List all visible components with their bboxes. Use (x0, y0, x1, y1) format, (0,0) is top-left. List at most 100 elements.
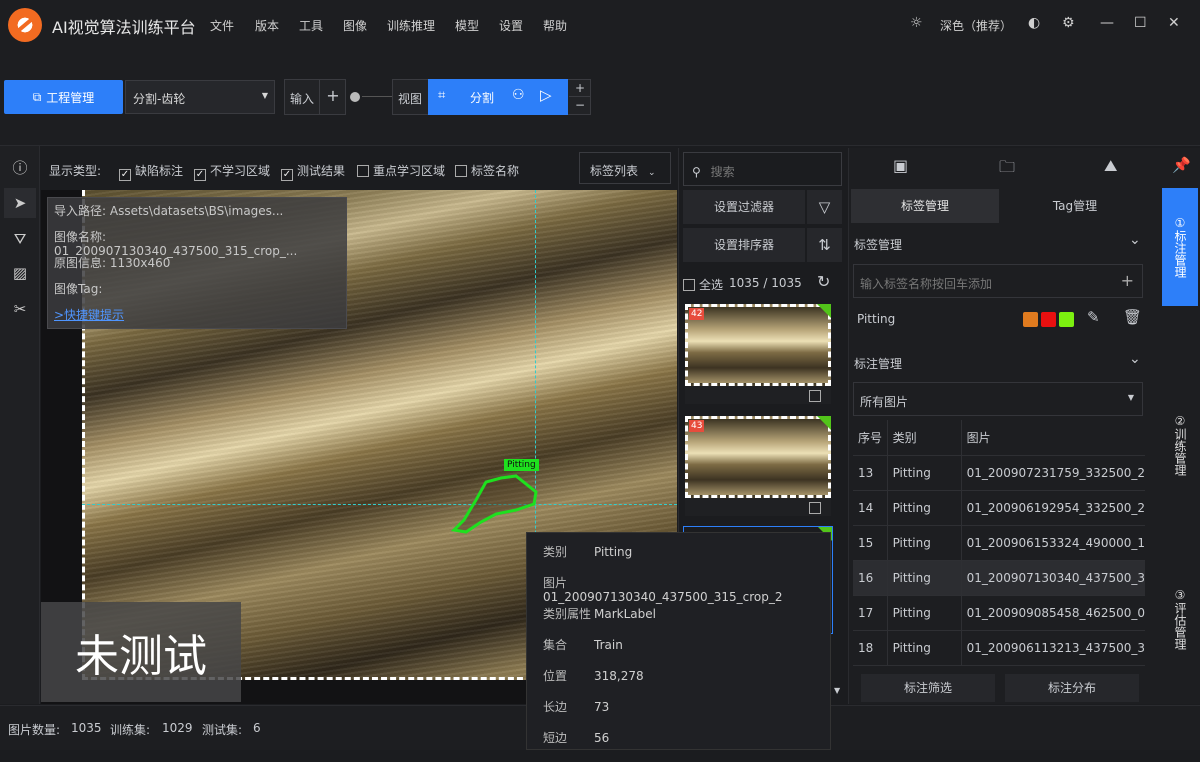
pitting-annotation[interactable] (446, 470, 546, 540)
remove-node-button[interactable]: − (569, 97, 591, 114)
scroll-down-icon[interactable]: ▼ (834, 686, 840, 695)
annotation-distribution-button[interactable]: 标注分布 (1005, 674, 1139, 702)
set-filter-button[interactable]: 设置过滤器 (683, 190, 805, 224)
cell: Pitting (886, 525, 962, 561)
shortcut-link[interactable]: >快捷键提示 (54, 308, 340, 334)
train-count-label: 训练集: (110, 723, 151, 737)
tab-annotation-management[interactable]: ①标注管理 (1162, 188, 1198, 306)
tab-training-management[interactable]: ②训练管理 (1162, 400, 1198, 490)
polygon-icon[interactable]: ⛛ (4, 224, 36, 254)
cell: 15 (853, 525, 888, 561)
option-label-name[interactable]: 标签名称 (455, 162, 519, 179)
cell: 01_200906113213_437500_3 (960, 630, 1145, 666)
color-swatch[interactable] (1023, 312, 1038, 327)
image-tag: 图像Tag: (54, 282, 103, 296)
menu-help[interactable]: 帮助 (543, 17, 567, 34)
label-name-input[interactable]: 输入标签名称按回车添加 + (853, 264, 1143, 298)
chevron-up-icon[interactable]: ⌄ (1129, 232, 1141, 248)
table-row[interactable]: 13 Pitting 01_200907231759_332500_2 (853, 455, 1145, 491)
sun-icon[interactable]: ☼ (910, 15, 923, 31)
col-header[interactable]: 类别 (886, 420, 962, 456)
remove-connection-icon[interactable] (350, 92, 360, 102)
tab-label-management[interactable]: 标签管理 (851, 189, 999, 223)
select-all-checkbox[interactable]: 全选 (683, 276, 723, 293)
pin-icon[interactable]: 📌 (1172, 156, 1191, 174)
table-row[interactable]: 17 Pitting 01_200909085458_462500_0 (853, 595, 1145, 631)
set-sorter-button[interactable]: 设置排序器 (683, 228, 805, 262)
maximize-icon[interactable]: ☐ (1134, 15, 1147, 31)
palette-icon[interactable]: ◐ (1028, 15, 1040, 31)
theme-select[interactable]: 深色（推荐） (940, 17, 1012, 34)
chevron-up-icon[interactable]: ⌄ (1129, 351, 1141, 367)
play-icon[interactable]: ▷ (540, 86, 552, 104)
option-ignore[interactable]: ✓ 不学习区域 (194, 162, 270, 181)
folder-icon[interactable]: 🗀 (999, 156, 1015, 183)
menu-train[interactable]: 训练推理 (387, 17, 435, 34)
cell: Pitting (886, 455, 962, 491)
project-select[interactable]: 分割-齿轮 ▼ (125, 80, 275, 114)
option-defect[interactable]: ✓ 缺陷标注 (119, 162, 183, 181)
color-swatch[interactable] (1059, 312, 1074, 327)
sort-icon[interactable]: ⇅ (807, 228, 842, 262)
image-icon[interactable]: ⛰ (1104, 156, 1117, 176)
menu-image[interactable]: 图像 (343, 17, 367, 34)
col-header[interactable]: 图片 (960, 420, 1145, 456)
edit-icon[interactable]: ✎ (1087, 308, 1100, 326)
option-focus[interactable]: 重点学习区域 (357, 162, 445, 179)
thumbnail-checkbox[interactable] (809, 502, 821, 514)
add-icon[interactable]: + (1121, 271, 1134, 290)
people-icon[interactable]: ⚇ (512, 87, 525, 103)
thumbnail-number: 43 (689, 420, 705, 432)
cut-region-icon[interactable]: ✂ (4, 294, 36, 324)
search-icon: ⚲ (692, 165, 701, 179)
tab-tag-management[interactable]: Tag管理 (1001, 189, 1149, 223)
project-manage-button[interactable]: ⧉ 工程管理 (4, 80, 123, 114)
option-label: 不学习区域 (210, 164, 271, 178)
info-icon[interactable]: ⓘ (4, 152, 36, 182)
filter-icon[interactable]: ▽ (807, 190, 842, 224)
search-input[interactable]: ⚲ 搜索 (683, 152, 842, 186)
menu-file[interactable]: 文件 (210, 17, 234, 34)
add-input-button[interactable]: + (319, 80, 346, 114)
trash-icon[interactable]: 🗑 (1123, 308, 1142, 326)
tooltip-key: 类别属性 (543, 607, 592, 621)
checkbox-icon: ✓ (194, 169, 206, 181)
tag-list-button[interactable]: 标签列表 ⌄ (579, 152, 671, 184)
annotation-tooltip: 类别 Pitting 图片01_200907130340_437500_315_c… (526, 532, 831, 750)
refresh-icon[interactable]: ↻ (817, 272, 830, 291)
menu-settings[interactable]: 设置 (499, 17, 523, 34)
thumbnail-checkbox[interactable] (809, 390, 821, 402)
close-icon[interactable]: ✕ (1168, 15, 1180, 31)
tooltip-key: 图片 (543, 576, 568, 590)
col-header[interactable]: 序号 (853, 420, 888, 456)
table-row-selected[interactable]: 16 Pitting 01_200907130340_437500_3 (853, 560, 1145, 596)
thumbnail-item[interactable]: 43 (685, 416, 831, 516)
option-test-result[interactable]: ✓ 测试结果 (281, 162, 345, 181)
tab-evaluation-management[interactable]: ③评估管理 (1162, 574, 1198, 664)
section-label-management[interactable]: 标签管理 (854, 236, 902, 253)
table-row[interactable]: 15 Pitting 01_200906153324_490000_1 (853, 525, 1145, 561)
image-gallery-icon[interactable]: ▣ (893, 156, 908, 175)
checkbox-icon (357, 165, 369, 177)
select-all-label: 全选 (699, 278, 724, 292)
table-row[interactable]: 14 Pitting 01_200906192954_332500_2 (853, 490, 1145, 526)
table-row[interactable]: 18 Pitting 01_200906113213_437500_3 (853, 630, 1145, 666)
gear-icon[interactable]: ⚙ (1062, 15, 1075, 31)
section-annotation-management[interactable]: 标注管理 (854, 355, 902, 372)
pointer-icon[interactable]: ➤ (4, 188, 36, 218)
minimize-icon[interactable]: — (1100, 15, 1114, 31)
image-filter-select[interactable]: 所有图片 ▼ (853, 382, 1143, 416)
label-colors[interactable] (1023, 312, 1077, 330)
test-count-label: 测试集: (202, 723, 243, 737)
menu-tools[interactable]: 工具 (299, 17, 323, 34)
annotation-filter-button[interactable]: 标注筛选 (861, 674, 995, 702)
thumbnail-item[interactable]: 42 (685, 304, 831, 404)
hatch-icon[interactable]: ▨ (4, 258, 36, 288)
add-node-button[interactable]: + (569, 80, 591, 97)
display-options-bar: 显示类型: ✓ 缺陷标注 ✓ 不学习区域 ✓ 测试结果 重点学习区域 标签名称 标签列… (41, 148, 677, 188)
segment-node[interactable]: ⌗ 分割 ⚇ ▷ (428, 79, 568, 115)
menu-model[interactable]: 模型 (455, 17, 479, 34)
menu-version[interactable]: 版本 (255, 17, 279, 34)
app-title: AI视觉算法训练平台 (52, 18, 196, 37)
color-swatch[interactable] (1041, 312, 1056, 327)
